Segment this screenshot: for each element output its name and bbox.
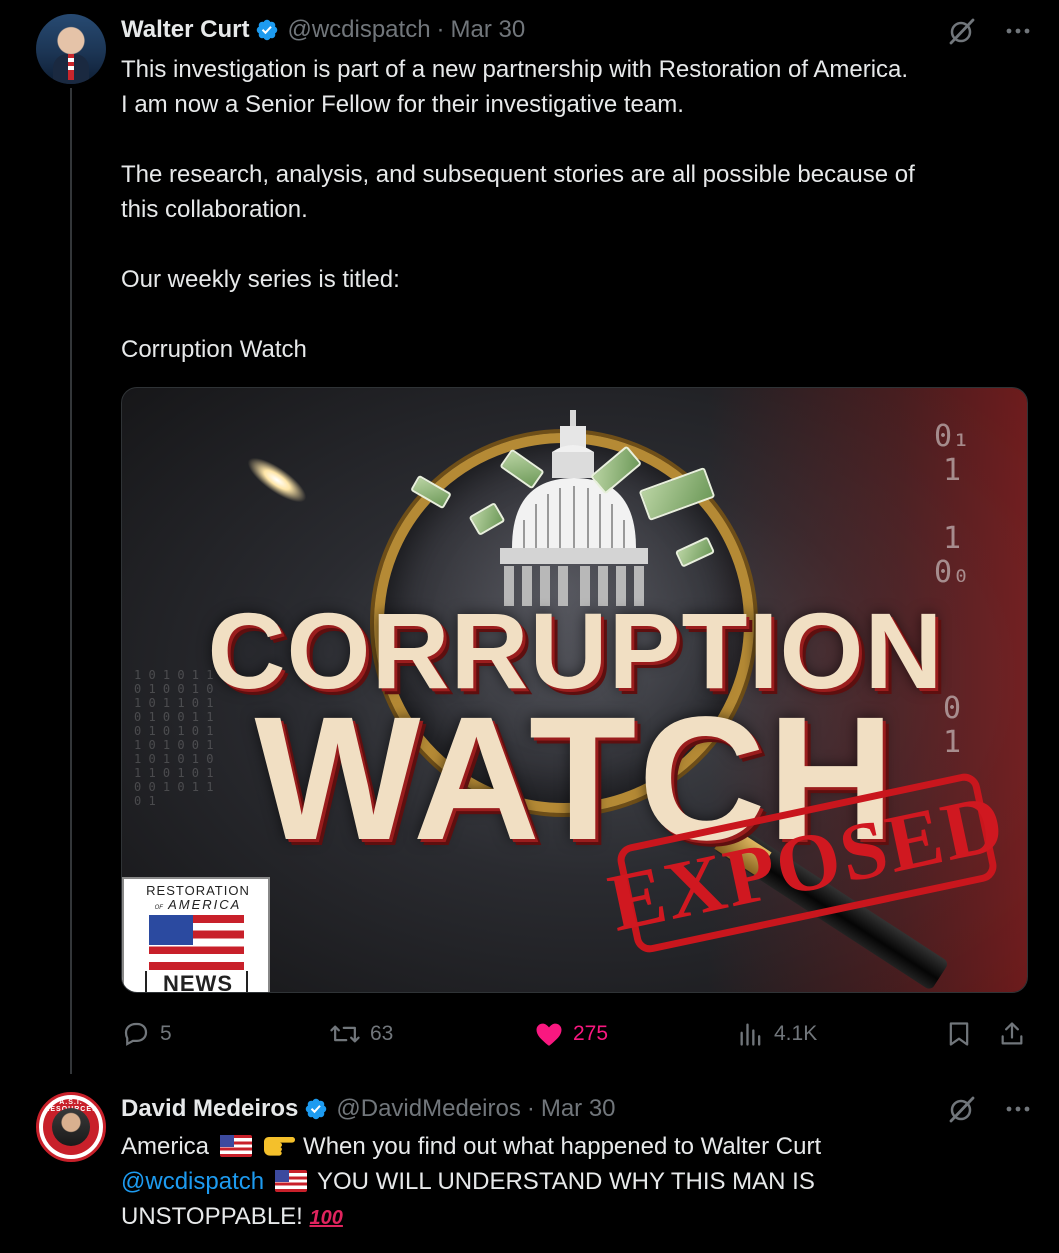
tweet-top-actions	[947, 1094, 1031, 1124]
reply-icon	[124, 1022, 148, 1046]
us-flag-icon	[149, 915, 244, 970]
avatar[interactable]	[36, 14, 106, 84]
views-icon	[740, 1023, 761, 1046]
tweet-header: Walter Curt @wcdispatch · Mar 30	[121, 15, 1001, 45]
tweet-text-line	[121, 122, 1021, 157]
more-icon[interactable]	[1005, 27, 1031, 35]
tweet-david-medeiros[interactable]: A.S.I. RESOURCES David Medeiros @DavidMe…	[0, 1080, 1059, 1253]
grok-icon[interactable]	[947, 1094, 977, 1124]
author-handle[interactable]: @wcdispatch	[287, 16, 430, 44]
tweet-text-line	[121, 297, 1021, 332]
hundred-points-emoji-icon: 100	[309, 1207, 343, 1229]
author-handle[interactable]: @DavidMedeiros	[336, 1095, 520, 1123]
author-name[interactable]: David Medeiros	[121, 1095, 298, 1123]
restoration-of-america-news-logo: RESTORATION OF AMERICA NEWS	[122, 877, 272, 993]
tweet-date[interactable]: Mar 30	[451, 16, 526, 44]
us-flag-emoji-icon	[219, 1135, 252, 1157]
tweet-text-line	[121, 227, 1021, 262]
tweet-text-line: UNSTOPPABLE! 100	[121, 1199, 1021, 1236]
us-flag-emoji-icon	[274, 1170, 307, 1192]
verified-badge-icon	[306, 1098, 327, 1120]
grok-icon[interactable]	[947, 16, 977, 46]
text-america: America	[121, 1133, 210, 1160]
heart-icon	[536, 1023, 562, 1046]
reply-count: 5	[160, 1022, 172, 1045]
repost-button[interactable]: 63	[329, 1016, 393, 1052]
tweet-text-line: America When you find out what happened …	[121, 1129, 1021, 1164]
tweet-text-line: The research, analysis, and subsequent s…	[121, 161, 915, 188]
lens-flare	[241, 450, 313, 510]
share-button[interactable]	[998, 1016, 1026, 1052]
logo-america: AMERICA	[168, 897, 242, 912]
like-count: 275	[573, 1022, 609, 1045]
tweet-action-bar: 5 63 275 4.1K	[121, 1016, 1031, 1052]
views-count: 4.1K	[774, 1022, 818, 1045]
tweet-text-line: @wcdispatch YOU WILL UNDERSTAND WHY THIS…	[121, 1164, 1021, 1199]
share-icon	[1001, 1022, 1023, 1045]
repost-count: 63	[370, 1022, 394, 1045]
tweet-walter-curt[interactable]: Walter Curt @wcdispatch · Mar 30 This in…	[0, 0, 1059, 1080]
tweet-text-line: this collaboration.	[121, 196, 308, 223]
tweet-text-line: I am now a Senior Fellow for their inves…	[121, 91, 684, 118]
verified-badge-icon	[257, 19, 278, 41]
logo-of-america: OF AMERICA	[124, 897, 272, 912]
text-you-will-understand: YOU WILL UNDERSTAND WHY THIS MAN IS	[317, 1168, 815, 1195]
author-name[interactable]: Walter Curt	[121, 16, 249, 44]
avatar-tie	[68, 54, 74, 80]
like-button[interactable]: 275	[534, 1016, 608, 1052]
text-when-you-find-out: When you find out what happened to Walte…	[303, 1133, 822, 1160]
bookmark-button[interactable]	[945, 1016, 973, 1052]
logo-news: NEWS	[163, 971, 233, 993]
tweet-media-image[interactable]: 1 0 1 0 1 1 0 1 0 0 1 0 1 0 1 1 0 1 0 1 …	[121, 387, 1028, 993]
avatar[interactable]: A.S.I. RESOURCES	[36, 1092, 106, 1162]
tweet-text-line: Our weekly series is titled:	[121, 266, 400, 293]
avatar-photo	[52, 1108, 90, 1146]
views-button[interactable]: 4.1K	[737, 1016, 817, 1052]
separator-dot: ·	[436, 16, 445, 43]
flag-canton	[149, 915, 193, 945]
bookmark-icon	[949, 1022, 969, 1046]
tweet-text-line: Corruption Watch	[121, 336, 307, 363]
logo-of: OF	[154, 905, 163, 911]
mention-link[interactable]: @wcdispatch	[121, 1168, 264, 1195]
logo-restoration: RESTORATION	[146, 883, 250, 898]
tweet-text: This investigation is part of a new part…	[121, 52, 1021, 367]
tweet-top-actions	[947, 16, 1031, 46]
tweet-text-line: This investigation is part of a new part…	[121, 56, 909, 83]
tweet-header: David Medeiros @DavidMedeiros · Mar 30	[121, 1094, 1001, 1124]
reply-button[interactable]: 5	[121, 1016, 172, 1052]
more-icon[interactable]	[1005, 1105, 1031, 1113]
repost-icon	[330, 1025, 360, 1043]
separator-dot: ·	[526, 1095, 535, 1122]
pointing-right-emoji-icon	[264, 1137, 296, 1156]
tweet-text: America When you find out what happened …	[121, 1129, 1021, 1236]
tweet-date[interactable]: Mar 30	[541, 1095, 616, 1123]
text-unstoppable: UNSTOPPABLE!	[121, 1203, 303, 1230]
